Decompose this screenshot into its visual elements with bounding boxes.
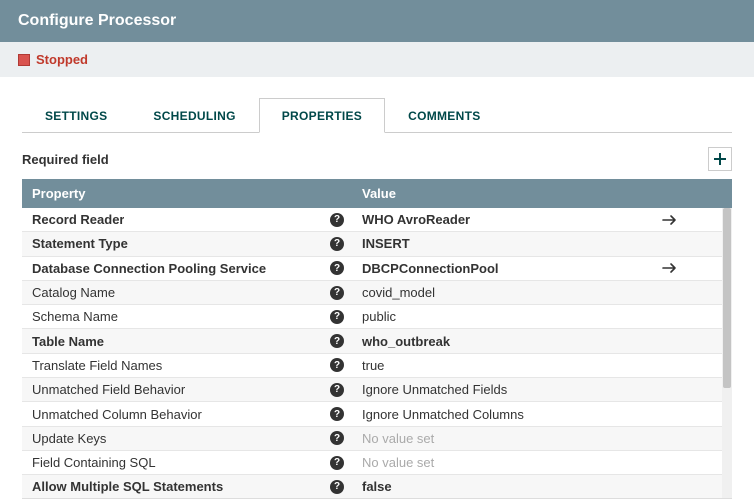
- table-row[interactable]: Update Keys? No value set: [22, 427, 722, 451]
- tab-scheduling[interactable]: SCHEDULING: [130, 98, 258, 133]
- status-bar: Stopped: [0, 42, 754, 77]
- required-field-label: Required field: [22, 152, 109, 167]
- property-value[interactable]: No value set: [352, 431, 652, 446]
- status-label: Stopped: [36, 52, 88, 67]
- table-row[interactable]: Schema Name? public: [22, 305, 722, 329]
- help-icon[interactable]: ?: [330, 237, 344, 251]
- property-value[interactable]: Ignore Unmatched Columns: [352, 407, 652, 422]
- property-value[interactable]: No value set: [352, 455, 652, 470]
- help-icon[interactable]: ?: [330, 431, 344, 445]
- property-name: Unmatched Field Behavior: [32, 382, 185, 397]
- property-value[interactable]: DBCPConnectionPool: [352, 261, 652, 276]
- property-value[interactable]: INSERT: [352, 236, 652, 251]
- scrollbar[interactable]: [722, 208, 732, 498]
- property-name: Allow Multiple SQL Statements: [32, 479, 223, 494]
- property-name: Catalog Name: [32, 285, 115, 300]
- property-name: Database Connection Pooling Service: [32, 261, 266, 276]
- properties-table: Property Value Record Reader? WHO AvroRea…: [22, 179, 732, 499]
- property-name: Table Name: [32, 334, 104, 349]
- tab-settings[interactable]: SETTINGS: [22, 98, 130, 133]
- help-icon[interactable]: ?: [330, 358, 344, 372]
- property-name: Translate Field Names: [32, 358, 162, 373]
- help-icon[interactable]: ?: [330, 213, 344, 227]
- table-row[interactable]: Statement Type? INSERT: [22, 232, 722, 256]
- property-value[interactable]: covid_model: [352, 285, 652, 300]
- property-name: Unmatched Column Behavior: [32, 407, 202, 422]
- goto-icon[interactable]: [662, 262, 678, 274]
- table-row[interactable]: Translate Field Names? true: [22, 354, 722, 378]
- table-row[interactable]: Allow Multiple SQL Statements? false: [22, 475, 722, 499]
- table-row[interactable]: Catalog Name? covid_model: [22, 281, 722, 305]
- help-icon[interactable]: ?: [330, 310, 344, 324]
- goto-icon[interactable]: [662, 214, 678, 226]
- tab-comments[interactable]: COMMENTS: [385, 98, 503, 133]
- property-name: Record Reader: [32, 212, 124, 227]
- header-actions: [662, 179, 732, 208]
- property-name: Statement Type: [32, 236, 128, 251]
- tabs: SETTINGS SCHEDULING PROPERTIES COMMENTS: [22, 97, 732, 133]
- table-row[interactable]: Record Reader? WHO AvroReader: [22, 208, 722, 232]
- tab-properties[interactable]: PROPERTIES: [259, 98, 385, 133]
- header-property: Property: [22, 179, 352, 208]
- table-row[interactable]: Database Connection Pooling Service? DBCP…: [22, 257, 722, 281]
- help-icon[interactable]: ?: [330, 261, 344, 275]
- help-icon[interactable]: ?: [330, 334, 344, 348]
- stopped-icon: [18, 54, 30, 66]
- scrollbar-thumb[interactable]: [723, 208, 731, 388]
- property-value[interactable]: Ignore Unmatched Fields: [352, 382, 652, 397]
- property-value[interactable]: WHO AvroReader: [352, 212, 652, 227]
- table-row[interactable]: Unmatched Column Behavior? Ignore Unmatch…: [22, 402, 722, 426]
- add-property-button[interactable]: [708, 147, 732, 171]
- help-icon[interactable]: ?: [330, 456, 344, 470]
- table-row[interactable]: Table Name? who_outbreak: [22, 329, 722, 353]
- table-header: Property Value: [22, 179, 732, 208]
- property-name: Field Containing SQL: [32, 455, 156, 470]
- dialog-title: Configure Processor: [0, 0, 754, 42]
- plus-icon: [713, 152, 727, 166]
- header-value: Value: [352, 179, 662, 208]
- property-name: Update Keys: [32, 431, 106, 446]
- property-value[interactable]: public: [352, 309, 652, 324]
- help-icon[interactable]: ?: [330, 480, 344, 494]
- table-row[interactable]: Field Containing SQL? No value set: [22, 451, 722, 475]
- table-row[interactable]: Unmatched Field Behavior? Ignore Unmatche…: [22, 378, 722, 402]
- help-icon[interactable]: ?: [330, 407, 344, 421]
- help-icon[interactable]: ?: [330, 383, 344, 397]
- property-value[interactable]: true: [352, 358, 652, 373]
- property-value[interactable]: who_outbreak: [352, 334, 652, 349]
- property-value[interactable]: false: [352, 479, 652, 494]
- property-name: Schema Name: [32, 309, 118, 324]
- help-icon[interactable]: ?: [330, 286, 344, 300]
